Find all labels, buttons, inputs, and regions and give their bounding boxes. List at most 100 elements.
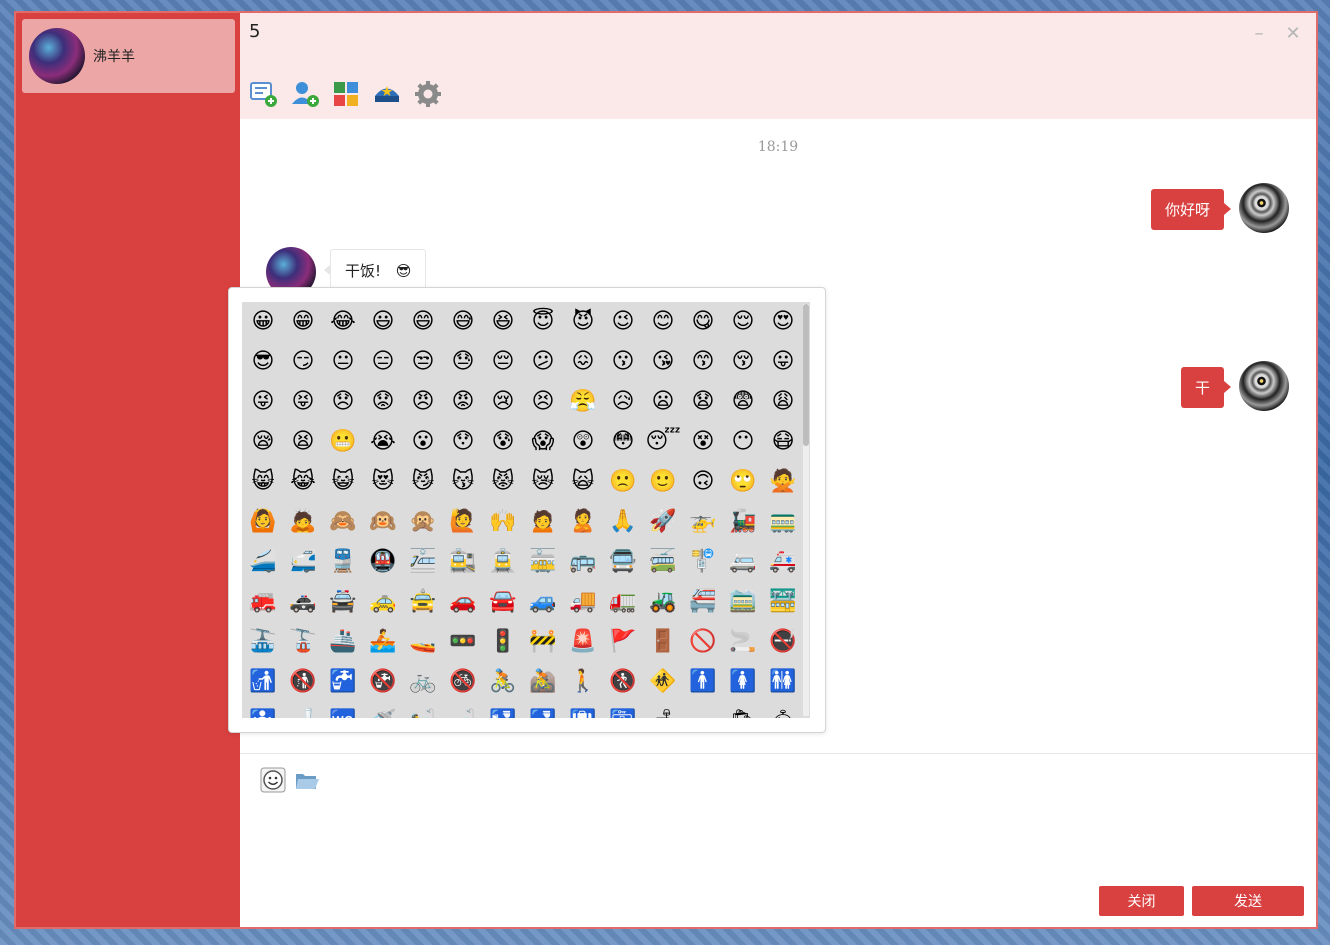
smiley-icon[interactable] bbox=[260, 767, 286, 793]
emoji-item[interactable]: 🙃 bbox=[683, 462, 723, 502]
emoji-item[interactable]: 🙈 bbox=[323, 502, 363, 542]
emoji-item[interactable]: 😯 bbox=[443, 422, 483, 462]
emoji-item[interactable]: 🚩 bbox=[603, 622, 643, 662]
emoji-item[interactable]: 🚨 bbox=[563, 622, 603, 662]
emoji-item[interactable]: 😍 bbox=[763, 302, 803, 342]
emoji-item[interactable]: 🙊 bbox=[403, 502, 443, 542]
emoji-item[interactable]: 🚚 bbox=[563, 582, 603, 622]
emoji-item[interactable]: 🚌 bbox=[563, 542, 603, 582]
emoji-item[interactable]: 😸 bbox=[243, 462, 283, 502]
emoji-item[interactable]: 😉 bbox=[603, 302, 643, 342]
emoji-item[interactable]: 🚺 bbox=[723, 662, 763, 702]
emoji-item[interactable]: 🛄 bbox=[563, 702, 603, 719]
emoji-item[interactable]: 😒 bbox=[403, 342, 443, 382]
emoji-item[interactable]: 🚝 bbox=[683, 582, 723, 622]
emoji-item[interactable]: 🛁 bbox=[443, 702, 483, 719]
emoji-item[interactable]: 🚋 bbox=[523, 542, 563, 582]
emoji-item[interactable]: 🚼 bbox=[243, 702, 283, 719]
close-button[interactable]: 关闭 bbox=[1099, 886, 1184, 916]
emoji-item[interactable]: 😳 bbox=[603, 422, 643, 462]
emoji-item[interactable]: 🚉 bbox=[443, 542, 483, 582]
emoji-item[interactable]: 😚 bbox=[723, 342, 763, 382]
emoji-item[interactable]: 😋 bbox=[683, 302, 723, 342]
emoji-item[interactable]: 🙄 bbox=[723, 462, 763, 502]
folder-icon[interactable] bbox=[294, 767, 320, 793]
emoji-item[interactable]: 😞 bbox=[323, 382, 363, 422]
contact-item[interactable]: 沸羊羊 bbox=[22, 19, 235, 93]
emoji-item[interactable]: 🛎 bbox=[763, 702, 803, 719]
emoji-item[interactable]: 😈 bbox=[563, 302, 603, 342]
emoji-item[interactable]: 😤 bbox=[563, 382, 603, 422]
emoji-item[interactable]: 😠 bbox=[403, 382, 443, 422]
emoji-item[interactable]: 🙏 bbox=[603, 502, 643, 542]
emoji-item[interactable]: 🙁 bbox=[603, 462, 643, 502]
emoji-item[interactable]: 🙆 bbox=[243, 502, 283, 542]
emoji-item[interactable]: 😔 bbox=[483, 342, 523, 382]
add-user-icon[interactable] bbox=[290, 79, 320, 109]
emoji-item[interactable]: 🚒 bbox=[243, 582, 283, 622]
scroll-thumb[interactable] bbox=[803, 304, 809, 446]
emoji-item[interactable]: 🚹 bbox=[683, 662, 723, 702]
emoji-item[interactable]: 🚑 bbox=[763, 542, 803, 582]
emoji-item[interactable]: 🚤 bbox=[403, 622, 443, 662]
apps-icon[interactable] bbox=[331, 79, 361, 109]
emoji-item[interactable]: 🚯 bbox=[283, 662, 323, 702]
emoji-item[interactable]: 🚣 bbox=[363, 622, 403, 662]
emoji-item[interactable]: 😘 bbox=[643, 342, 683, 382]
settings-icon[interactable] bbox=[413, 79, 443, 109]
emoji-item[interactable]: 😜 bbox=[243, 382, 283, 422]
emoji-item[interactable]: 😫 bbox=[283, 422, 323, 462]
emoji-item[interactable]: 🚙 bbox=[523, 582, 563, 622]
emoji-item[interactable]: 😷 bbox=[763, 422, 803, 462]
emoji-item[interactable]: 😀 bbox=[243, 302, 283, 342]
emoji-item[interactable]: 🚾 bbox=[323, 702, 363, 719]
emoji-item[interactable]: 😩 bbox=[763, 382, 803, 422]
police-hat-icon[interactable] bbox=[372, 79, 402, 109]
emoji-item[interactable]: 🙇 bbox=[283, 502, 323, 542]
emoji-item[interactable]: 🙂 bbox=[643, 462, 683, 502]
emoji-item[interactable]: 🚛 bbox=[603, 582, 643, 622]
emoji-item[interactable]: 😼 bbox=[403, 462, 443, 502]
emoji-item[interactable]: 🚬 bbox=[723, 622, 763, 662]
emoji-item[interactable]: 🚵 bbox=[523, 662, 563, 702]
emoji-item[interactable]: 🚮 bbox=[243, 662, 283, 702]
emoji-item[interactable]: 😑 bbox=[363, 342, 403, 382]
emoji-item[interactable]: 😧 bbox=[683, 382, 723, 422]
emoji-item[interactable]: 😊 bbox=[643, 302, 683, 342]
emoji-item[interactable]: 🚭 bbox=[763, 622, 803, 662]
emoji-item[interactable]: 😪 bbox=[243, 422, 283, 462]
emoji-item[interactable]: 😅 bbox=[443, 302, 483, 342]
minimize-button[interactable]: – bbox=[1248, 23, 1270, 45]
message-input[interactable] bbox=[252, 801, 1312, 881]
emoji-item[interactable]: 🚎 bbox=[643, 542, 683, 582]
emoji-item[interactable]: 🚠 bbox=[243, 622, 283, 662]
emoji-item[interactable]: 😄 bbox=[403, 302, 443, 342]
emoji-item[interactable]: 😴 bbox=[643, 422, 683, 462]
emoji-item[interactable]: 🛂 bbox=[483, 702, 523, 719]
emoji-item[interactable]: 🚊 bbox=[483, 542, 523, 582]
emoji-item[interactable]: 😌 bbox=[723, 302, 763, 342]
emoji-item[interactable]: 😨 bbox=[723, 382, 763, 422]
emoji-item[interactable]: 😓 bbox=[443, 342, 483, 382]
emoji-item[interactable]: 🚇 bbox=[363, 542, 403, 582]
emoji-item[interactable]: 🚁 bbox=[683, 502, 723, 542]
emoji-item[interactable]: 😃 bbox=[363, 302, 403, 342]
emoji-item[interactable]: 🚧 bbox=[523, 622, 563, 662]
emoji-item[interactable]: 😹 bbox=[283, 462, 323, 502]
emoji-item[interactable]: 🚴 bbox=[483, 662, 523, 702]
emoji-item[interactable]: 😡 bbox=[443, 382, 483, 422]
emoji-item[interactable]: 🚕 bbox=[363, 582, 403, 622]
emoji-item[interactable]: 😢 bbox=[483, 382, 523, 422]
emoji-item[interactable]: 😶 bbox=[723, 422, 763, 462]
emoji-item[interactable]: 🚞 bbox=[723, 582, 763, 622]
emoji-item[interactable]: 🚢 bbox=[323, 622, 363, 662]
emoji-item[interactable]: 😎 bbox=[243, 342, 283, 382]
emoji-item[interactable]: 🚻 bbox=[763, 662, 803, 702]
emoji-item[interactable]: 😥 bbox=[603, 382, 643, 422]
emoji-item[interactable]: 🚿 bbox=[363, 702, 403, 719]
emoji-item[interactable]: 😟 bbox=[363, 382, 403, 422]
emoji-item[interactable]: 😮 bbox=[403, 422, 443, 462]
emoji-item[interactable]: 🚟 bbox=[763, 582, 803, 622]
emoji-item[interactable]: 😭 bbox=[363, 422, 403, 462]
emoji-item[interactable]: 😖 bbox=[563, 342, 603, 382]
